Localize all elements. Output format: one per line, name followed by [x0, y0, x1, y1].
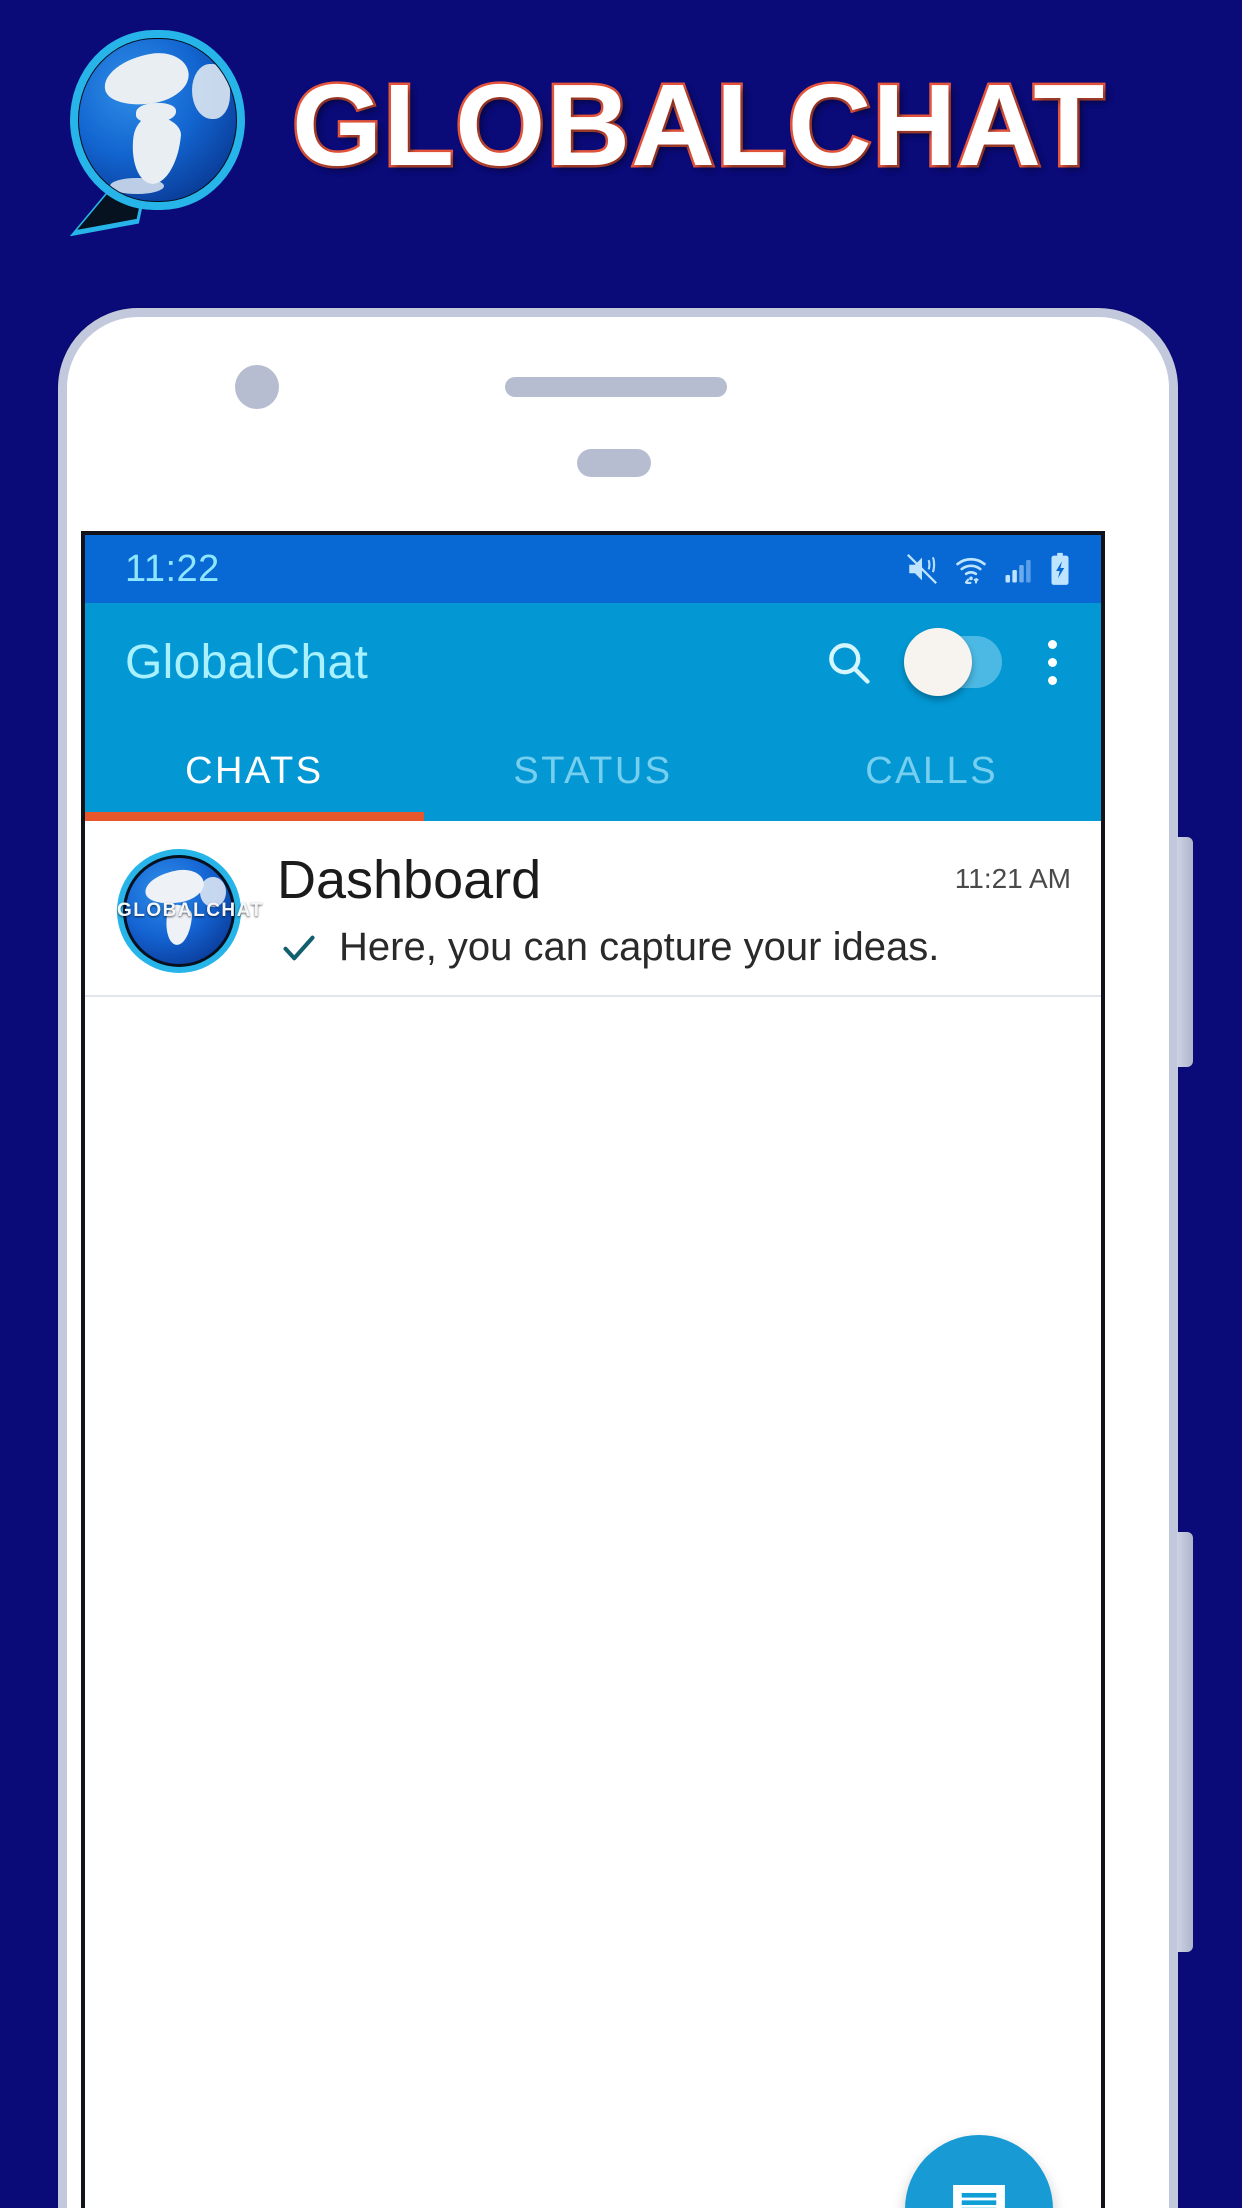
- app-screen: 11:22 GlobalChat CHATS STATUS CALLS GLOB…: [81, 531, 1105, 2208]
- theme-toggle[interactable]: [904, 628, 1002, 696]
- tab-chats[interactable]: CHATS: [85, 721, 424, 821]
- check-icon: [277, 929, 321, 967]
- front-camera-icon: [235, 365, 279, 409]
- volume-button[interactable]: [1177, 837, 1193, 1067]
- app-bar: GlobalChat: [85, 603, 1101, 721]
- wifi-icon: [953, 552, 989, 586]
- cellular-signal-icon: [1003, 554, 1033, 586]
- chat-list-item[interactable]: GLOBALCHAT Dashboard 11:21 AM Here, you: [85, 821, 1101, 997]
- tab-bar: CHATS STATUS CALLS: [85, 721, 1101, 821]
- phone-mockup: 11:22 GlobalChat CHATS STATUS CALLS GLOB…: [58, 308, 1193, 2208]
- status-bar: 11:22: [85, 535, 1101, 603]
- proximity-sensor-icon: [577, 449, 651, 477]
- globe-avatar-icon[interactable]: GLOBALCHAT: [117, 849, 264, 973]
- status-bar-time: 11:22: [125, 547, 220, 590]
- chat-preview-text: Here, you can capture your ideas.: [339, 925, 940, 970]
- new-message-fab[interactable]: [905, 2135, 1053, 2208]
- globe-speech-bubble-icon: [60, 28, 250, 223]
- promo-app-title: GLOBALCHAT: [289, 60, 1106, 190]
- chat-list: GLOBALCHAT Dashboard 11:21 AM Here, you: [85, 821, 1101, 997]
- earpiece-speaker-icon: [505, 377, 727, 397]
- mute-vibrate-icon: [905, 552, 939, 586]
- new-message-icon: [953, 2184, 1005, 2208]
- tab-status[interactable]: STATUS: [424, 721, 763, 821]
- app-title: GlobalChat: [125, 635, 369, 689]
- tab-indicator: [85, 812, 424, 821]
- avatar-label: GLOBALCHAT: [117, 900, 264, 921]
- chat-name: Dashboard: [277, 850, 542, 910]
- promo-header: GLOBALCHAT: [0, 0, 1242, 250]
- toggle-knob: [904, 628, 972, 696]
- power-button[interactable]: [1177, 1532, 1193, 1952]
- search-icon[interactable]: [822, 636, 874, 688]
- battery-charging-icon: [1047, 552, 1073, 586]
- tab-calls[interactable]: CALLS: [762, 721, 1101, 821]
- chat-timestamp: 11:21 AM: [954, 863, 1071, 894]
- overflow-menu-icon[interactable]: [1038, 636, 1067, 689]
